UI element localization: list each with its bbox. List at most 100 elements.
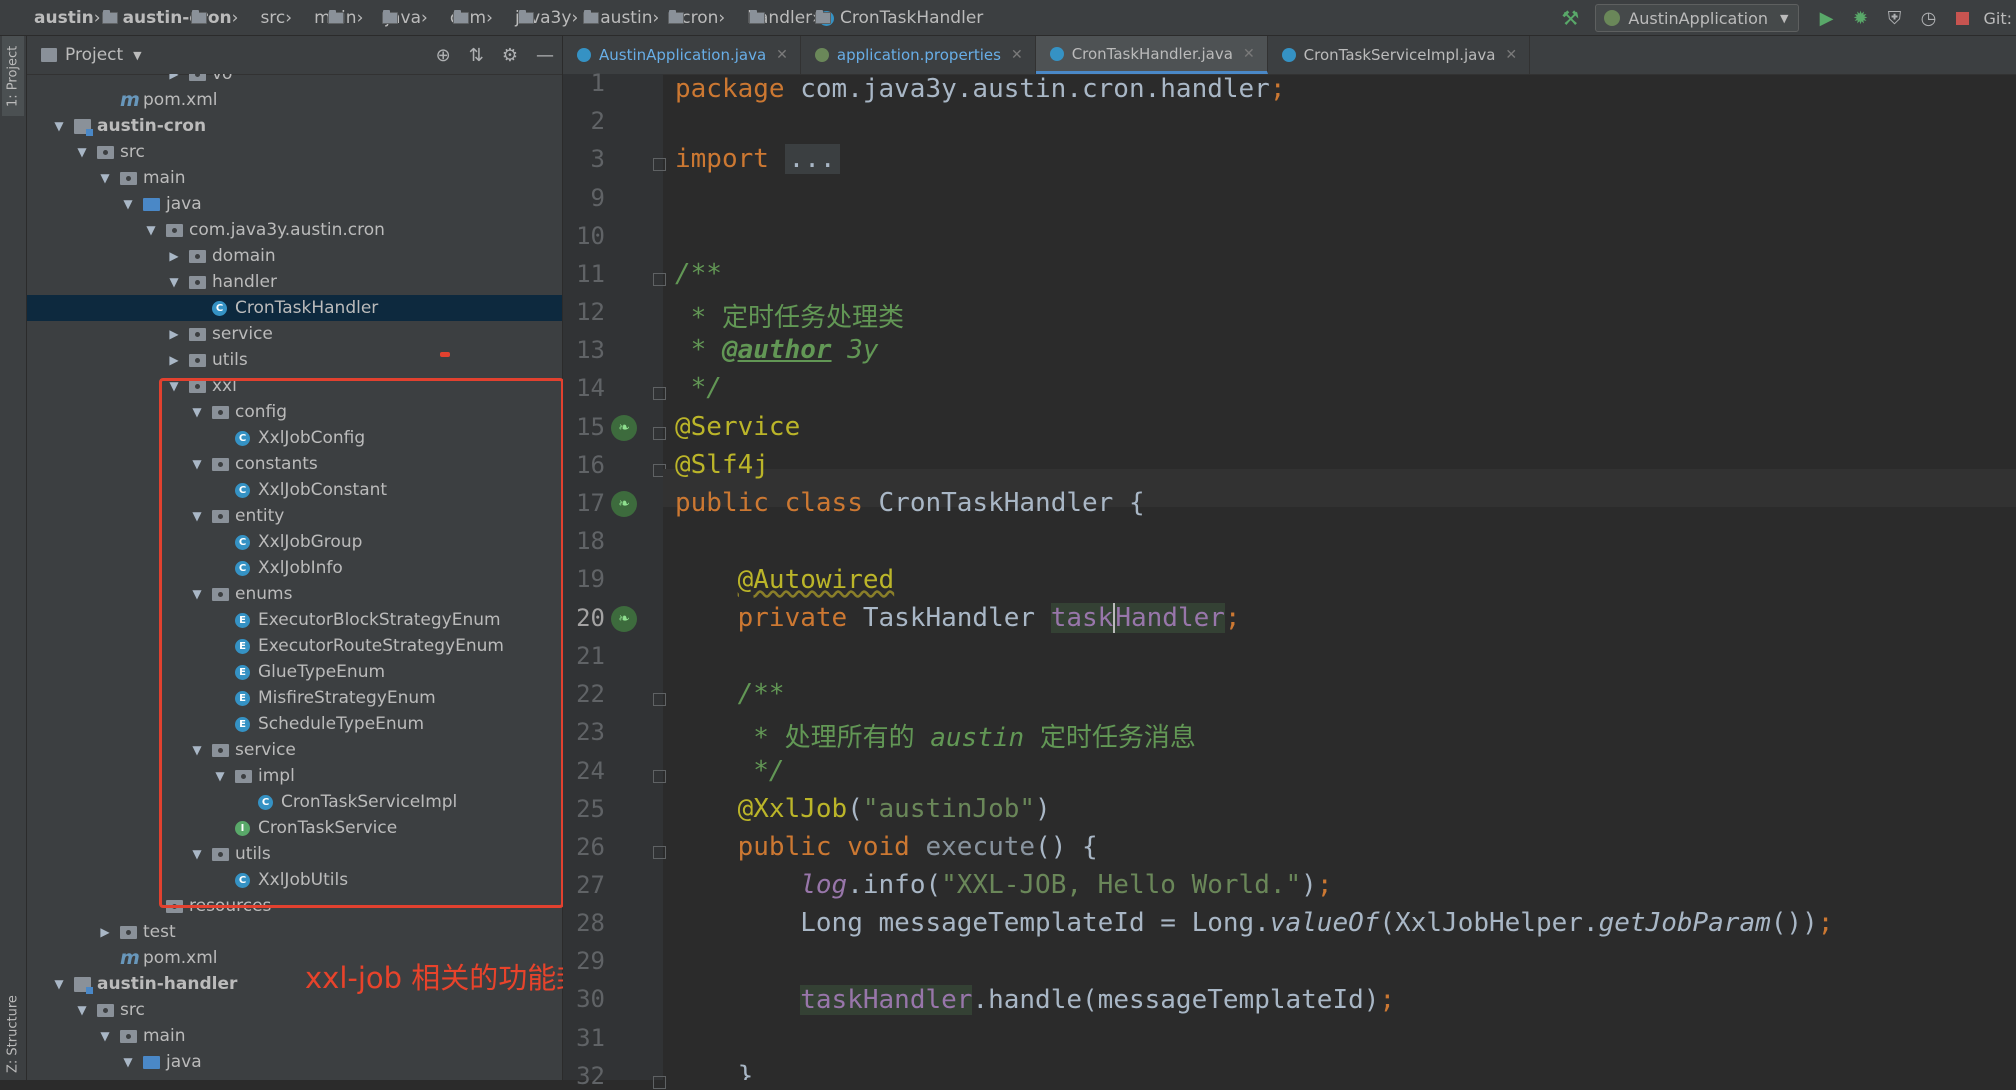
close-icon[interactable]: ✕ <box>776 47 788 63</box>
tree-item[interactable]: ▼ utils <box>27 841 562 867</box>
bean-icon[interactable]: ❧ <box>611 415 637 441</box>
expand-arrow-icon[interactable]: ▼ <box>121 197 135 211</box>
tree-item[interactable]: C CronTaskHandler <box>27 295 562 321</box>
expand-arrow-icon[interactable]: ▼ <box>190 743 204 757</box>
tree-item[interactable]: resources <box>27 893 562 919</box>
tree-item[interactable]: ▶ service <box>27 321 562 347</box>
run-configuration-select[interactable]: AustinApplication ▼ <box>1595 4 1800 32</box>
code-view[interactable]: package com.java3y.austin.cron.handler; … <box>663 74 2016 1080</box>
tree-item[interactable]: ▼ main <box>27 1023 562 1049</box>
expand-arrow-icon[interactable]: ▼ <box>190 509 204 523</box>
breadcrumb-item[interactable]: handler <box>725 8 832 28</box>
expand-arrow-icon[interactable]: ▼ <box>98 171 112 185</box>
chevron-down-icon[interactable]: ▼ <box>133 49 141 62</box>
tree-item[interactable]: ▼ com.java3y.austin.cron <box>27 217 562 243</box>
tree-item[interactable]: E ExecutorRouteStrategyEnum <box>27 633 562 659</box>
editor-tab[interactable]: CronTaskHandler.java ✕ <box>1035 36 1268 74</box>
tree-item[interactable]: C XxlJobConfig <box>27 425 562 451</box>
expand-arrow-icon[interactable]: ▼ <box>167 379 181 393</box>
project-panel-title[interactable]: Project <box>65 45 123 65</box>
token: Handler <box>862 985 973 1015</box>
expand-arrow-icon[interactable]: ▼ <box>52 119 66 133</box>
tree-item[interactable]: C CronTaskServiceImpl <box>27 789 562 815</box>
tree-item[interactable]: ▼ service <box>27 737 562 763</box>
tree-item[interactable]: ▼ config <box>27 399 562 425</box>
expand-arrow-icon[interactable]: ▼ <box>190 847 204 861</box>
run-icon[interactable]: ▶ <box>1813 5 1839 31</box>
structure-tool-tab[interactable]: Z: Structure <box>2 994 24 1074</box>
tree-item[interactable]: ▶ vo <box>27 74 562 87</box>
expand-arrow-icon[interactable]: ▼ <box>190 405 204 419</box>
token: ; <box>1269 74 1286 104</box>
tree-item[interactable]: ▼ java <box>27 1049 562 1075</box>
breadcrumb-item[interactable]: src <box>238 8 345 28</box>
tree-item[interactable]: C XxlJobGroup <box>27 529 562 555</box>
git-label[interactable]: Git: <box>1983 9 2012 28</box>
tree-item[interactable]: ▼ constants <box>27 451 562 477</box>
close-icon[interactable]: ✕ <box>1505 47 1517 63</box>
expand-arrow-icon[interactable]: ▼ <box>52 977 66 991</box>
tree-item[interactable]: ▼ impl <box>27 763 562 789</box>
expand-arrow-icon[interactable]: ▼ <box>190 587 204 601</box>
hide-icon[interactable]: — <box>536 45 554 66</box>
tree-item[interactable]: C XxlJobConstant <box>27 477 562 503</box>
tree-item[interactable]: C XxlJobInfo <box>27 555 562 581</box>
tree-item[interactable]: ▼ src <box>27 997 562 1023</box>
tree-item[interactable]: E GlueTypeEnum <box>27 659 562 685</box>
close-icon[interactable]: ✕ <box>1011 47 1023 63</box>
package-icon <box>166 223 183 237</box>
tree-item[interactable]: I CronTaskService <box>27 815 562 841</box>
line-number: 16 <box>576 451 605 479</box>
collapse-all-icon[interactable]: ⇅ <box>469 45 484 66</box>
tree-item[interactable]: ▼ entity <box>27 503 562 529</box>
tree-item[interactable]: ▶ test <box>27 919 562 945</box>
tree-item[interactable]: ▼ main <box>27 165 562 191</box>
expand-arrow-icon[interactable]: ▼ <box>98 1029 112 1043</box>
project-tool-tab[interactable]: 1: Project <box>2 36 24 116</box>
breadcrumb-item[interactable]: cCronTaskHandler <box>818 8 983 28</box>
collapse-arrow-icon[interactable]: ▶ <box>167 327 181 341</box>
collapse-arrow-icon[interactable]: ▶ <box>167 74 181 81</box>
debug-icon[interactable]: ✹ <box>1847 5 1873 31</box>
tree-item[interactable]: ▼ austin-cron <box>27 113 562 139</box>
locate-icon[interactable]: ⊕ <box>436 45 451 66</box>
autowired-bean-icon[interactable]: ❧ <box>611 606 637 632</box>
tree-item[interactable]: E ExecutorBlockStrategyEnum <box>27 607 562 633</box>
expand-arrow-icon[interactable]: ▼ <box>121 1055 135 1069</box>
expand-arrow-icon[interactable]: ▼ <box>75 1003 89 1017</box>
stop-icon[interactable] <box>1949 5 1975 31</box>
build-hammer-icon[interactable]: ⚒ <box>1559 7 1581 29</box>
folder-icon <box>97 145 114 159</box>
editor-tab[interactable]: application.properties ✕ <box>801 36 1036 74</box>
tree-item[interactable]: ▼ xxl <box>27 373 562 399</box>
tree-item[interactable]: E MisfireStrategyEnum <box>27 685 562 711</box>
tree-item[interactable]: ▼ src <box>27 139 562 165</box>
line-number: 11 <box>576 260 605 288</box>
profile-icon[interactable]: ◷ <box>1915 5 1941 31</box>
expand-arrow-icon[interactable]: ▼ <box>144 223 158 237</box>
expand-arrow-icon[interactable]: ▼ <box>75 145 89 159</box>
close-icon[interactable]: ✕ <box>1243 46 1255 62</box>
editor-tab[interactable]: CronTaskServiceImpl.java ✕ <box>1268 36 1531 74</box>
tree-item[interactable]: ▼ enums <box>27 581 562 607</box>
collapse-arrow-icon[interactable]: ▶ <box>167 249 181 263</box>
tree-item[interactable]: m pom.xml <box>27 87 562 113</box>
breadcrumb-item[interactable]: austin <box>12 8 118 28</box>
expand-arrow-icon[interactable]: ▼ <box>190 457 204 471</box>
tree-item[interactable]: ▶ domain <box>27 243 562 269</box>
tree-item[interactable]: ▼ handler <box>27 269 562 295</box>
spring-class-icon[interactable]: ❧ <box>611 491 637 517</box>
expand-arrow-icon[interactable]: ▼ <box>213 769 227 783</box>
tree-item[interactable]: E ScheduleTypeEnum <box>27 711 562 737</box>
collapse-arrow-icon[interactable]: ▶ <box>98 925 112 939</box>
expand-arrow-icon[interactable]: ▼ <box>167 275 181 289</box>
breadcrumb-item[interactable]: austin-cron <box>101 8 232 28</box>
tree-item[interactable]: ▶ utils <box>27 347 562 373</box>
tree-item[interactable]: ▼ java <box>27 191 562 217</box>
coverage-icon[interactable]: ⛨ <box>1881 5 1907 31</box>
gear-icon[interactable]: ⚙ <box>502 45 518 66</box>
folded-imports[interactable]: ... <box>784 144 840 174</box>
breadcrumb-item[interactable]: main <box>292 8 399 28</box>
collapse-arrow-icon[interactable]: ▶ <box>167 353 181 367</box>
tree-item[interactable]: C XxlJobUtils <box>27 867 562 893</box>
